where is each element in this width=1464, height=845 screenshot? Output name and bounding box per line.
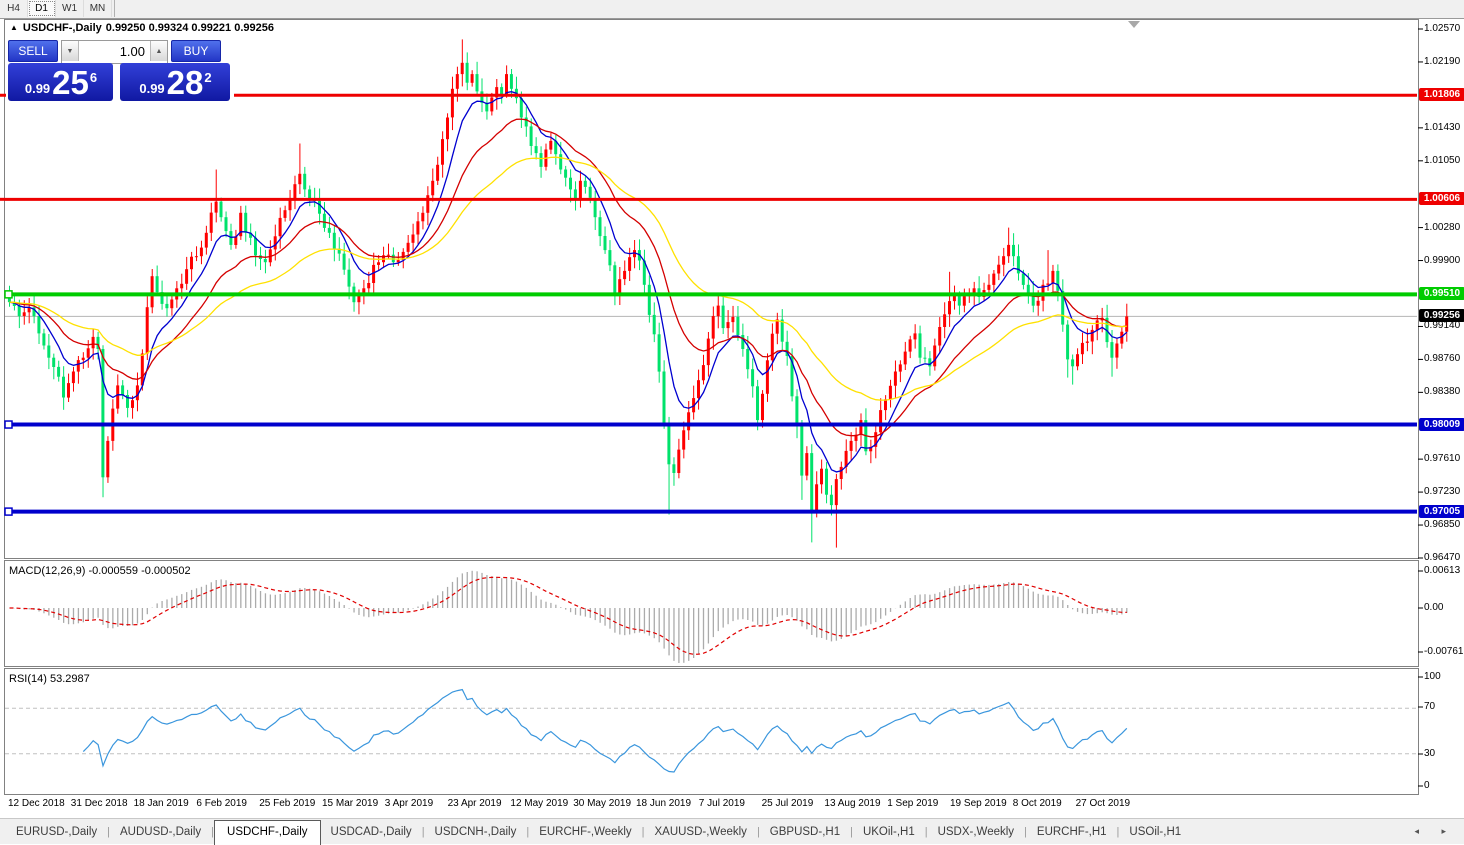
date-tick-label: 18 Jan 2019 [134,798,189,809]
current-price-label: 0.99256 [1419,309,1464,322]
date-tick-label: 8 Oct 2019 [1013,798,1062,809]
level-price-label: 1.01806 [1419,88,1464,101]
chart-tab-xauusd-weekly[interactable]: XAUUSD-,Weekly [644,821,756,844]
timeframe-button-w1[interactable]: W1 [56,0,84,17]
price-tick-label: 0.96470 [1424,552,1460,563]
line-handle[interactable] [5,508,12,515]
chart-tab-usdchf-daily[interactable]: USDCHF-,Daily [214,820,321,845]
date-tick-label: 31 Dec 2018 [71,798,128,809]
volume-input[interactable] [79,41,150,61]
buy-price-prefix: 0.99 [139,81,164,96]
chart-tab-ukoil-h1[interactable]: UKOil-,H1 [853,821,925,844]
buy-price-box[interactable]: 0.99282 [120,63,230,101]
toolbar-separator [114,0,115,17]
buy-button[interactable]: BUY [171,40,221,62]
rsi-axis-label: 70 [1424,701,1435,712]
rsi-axis-label: 100 [1424,671,1441,682]
sell-price-box[interactable]: 0.99256 [8,63,113,101]
price-tick-label: 0.97230 [1424,486,1460,497]
macd-label: MACD(12,26,9) -0.000559 -0.000502 [9,565,191,577]
buy-price-big: 28 [167,65,204,101]
date-tick-label: 3 Apr 2019 [385,798,433,809]
date-tick-label: 30 May 2019 [573,798,631,809]
chart-tab-eurusd-daily[interactable]: EURUSD-,Daily [6,821,107,844]
one-click-trading-panel: SELL ▼ ▲ BUY 0.99256 0.99282 [6,38,234,103]
chart-tab-eurchf-h1[interactable]: EURCHF-,H1 [1027,821,1117,844]
sell-price-big: 25 [52,65,89,101]
date-tick-label: 13 Aug 2019 [824,798,880,809]
tab-scroll-arrows[interactable]: ◂ ▸ [1414,826,1456,837]
date-tick-label: 23 Apr 2019 [448,798,502,809]
price-tick-label: 1.01050 [1424,155,1460,166]
chart-tab-audusd-daily[interactable]: AUDUSD-,Daily [110,821,211,844]
sell-price-pip: 6 [90,70,97,85]
date-tick-label: 1 Sep 2019 [887,798,938,809]
chart-tab-usdcad-daily[interactable]: USDCAD-,Daily [321,821,422,844]
buy-price-pip: 2 [204,70,211,85]
price-tick-label: 0.98760 [1424,353,1460,364]
moving-average-20 [10,119,1127,437]
line-handle[interactable] [5,421,12,428]
date-tick-label: 25 Jul 2019 [762,798,814,809]
chart-tab-usdx-weekly[interactable]: USDX-,Weekly [928,821,1024,844]
date-tick-label: 7 Jul 2019 [699,798,745,809]
level-price-label: 0.99510 [1419,287,1464,300]
date-tick-label: 15 Mar 2019 [322,798,378,809]
line-handle[interactable] [5,291,12,298]
timeframe-button-h4[interactable]: H4 [0,0,28,17]
price-tick-label: 0.98380 [1424,386,1460,397]
rsi-axis-label: 30 [1424,748,1435,759]
volume-increase-button[interactable]: ▲ [150,41,167,61]
level-price-label: 1.00606 [1419,192,1464,205]
rsi-line [83,690,1127,772]
price-tick-label: 1.02190 [1424,56,1460,67]
macd-histogram [10,571,1127,663]
level-price-label: 0.97005 [1419,505,1464,518]
date-tick-label: 19 Sep 2019 [950,798,1007,809]
chart-symbol-header: ▲ USDCHF-,Daily 0.99250 0.99324 0.99221 0.… [10,22,278,34]
chart-tab-gbpusd-h1[interactable]: GBPUSD-,H1 [760,821,850,844]
price-tick-label: 1.01430 [1424,122,1460,133]
macd-axis-label: -0.007612 [1424,646,1464,657]
date-tick-label: 18 Jun 2019 [636,798,691,809]
collapse-triangle-icon: ▲ [10,23,18,32]
symbol-title: USDCHF-,Daily [23,22,102,34]
level-price-label: 0.98009 [1419,418,1464,431]
rsi-axis-label: 0 [1424,780,1430,791]
rsi-label: RSI(14) 53.2987 [9,673,90,685]
date-tick-label: 12 Dec 2018 [8,798,65,809]
macd-axis-label: 0.00 [1424,602,1443,613]
symbol-tab-bar: EURUSD-,Daily|AUDUSD-,Daily|USDCHF-,Dail… [0,818,1464,844]
price-tick-label: 1.00280 [1424,222,1460,233]
price-tick-label: 0.97610 [1424,453,1460,464]
ohlc-values: 0.99250 0.99324 0.99221 0.99256 [106,22,274,34]
price-tick-label: 1.02570 [1424,23,1460,34]
sell-price-prefix: 0.99 [25,81,50,96]
macd-axis-label: 0.00613 [1424,565,1460,576]
chart-tab-usdcnh-daily[interactable]: USDCNH-,Daily [425,821,527,844]
date-tick-label: 12 May 2019 [510,798,568,809]
date-tick-label: 27 Oct 2019 [1076,798,1130,809]
timeframe-button-mn[interactable]: MN [84,0,112,17]
price-shift-marker-icon [1128,21,1140,28]
chart-canvas[interactable] [0,0,1464,844]
date-tick-label: 6 Feb 2019 [196,798,247,809]
timeframe-button-d1[interactable]: D1 [28,0,56,17]
chart-tab-eurchf-weekly[interactable]: EURCHF-,Weekly [529,821,641,844]
volume-decrease-button[interactable]: ▼ [62,41,79,61]
chart-tab-usoil-h1[interactable]: USOil-,H1 [1119,821,1191,844]
date-tick-label: 25 Feb 2019 [259,798,315,809]
price-tick-label: 0.99140 [1424,320,1460,331]
price-tick-label: 0.96850 [1424,519,1460,530]
timeframe-toolbar: H4D1W1MN [0,0,1464,19]
sell-button[interactable]: SELL [8,40,58,62]
moving-average-42 [10,157,1127,400]
volume-stepper: ▼ ▲ [61,40,168,64]
price-tick-label: 0.99900 [1424,255,1460,266]
